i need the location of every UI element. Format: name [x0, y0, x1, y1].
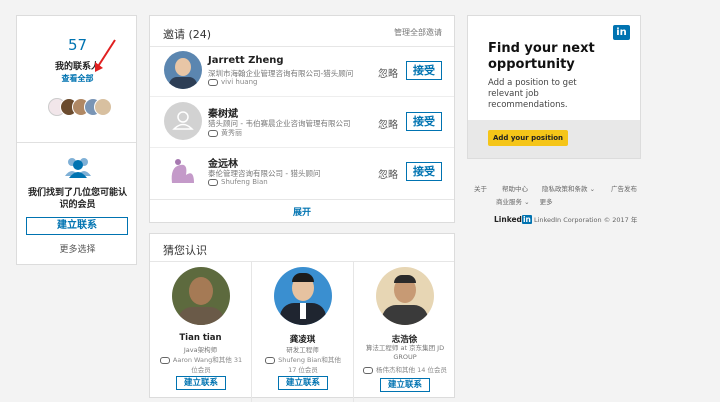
shared-connection-icon	[159, 356, 170, 364]
mutual-text: 杨伟杰和其他 14 位会员	[376, 366, 447, 374]
mutual-name: Shufeng Bian	[221, 178, 268, 186]
shared-connection-icon	[208, 129, 218, 137]
mutual-connection: vivi huang	[208, 78, 257, 86]
invitation-item: 金远林 泰伦管理咨询有限公司 - 猎头顾问 Shufeng Bian 忽略 接受	[150, 148, 454, 196]
default-person-icon	[172, 111, 194, 130]
divider	[150, 199, 454, 200]
invitation-item: Jarrett Zheng 深圳市海翰企业管理咨询有限公司-猎头顾问 vivi …	[150, 47, 454, 95]
connect-button[interactable]: 建立联系	[176, 376, 226, 390]
pymk-title: 猜您认识	[163, 244, 207, 257]
connection-avatars[interactable]	[48, 98, 112, 116]
accept-button[interactable]: 接受	[406, 162, 442, 181]
accept-button[interactable]: 接受	[406, 61, 442, 80]
linkedin-logo-icon: in	[613, 25, 630, 40]
avatar[interactable]	[164, 51, 202, 89]
ignore-button[interactable]: 忽略	[378, 166, 398, 181]
expand-link[interactable]: 展开	[150, 205, 454, 218]
mutual-name: 黄秀丽	[221, 129, 242, 137]
person-title: Java架构师	[183, 346, 218, 354]
mutual-connection: 黄秀丽	[208, 128, 242, 138]
ignore-button[interactable]: 忽略	[378, 65, 398, 80]
shared-connection-icon	[363, 366, 374, 374]
shared-connection-icon	[208, 78, 218, 86]
my-network-card: 57 我的联系人 查看全部 我们找到了几位您可能认 识的会员 建立联系 更多选择	[16, 15, 137, 265]
invitations-title: 邀请 (24)	[163, 28, 212, 41]
pymk-person: Tian tian Java架构师 Aaron Wang和其他 31 位会员 建…	[150, 262, 252, 402]
add-position-button[interactable]: Add your position	[488, 130, 568, 146]
mutual-connection: Shufeng Bian	[208, 178, 268, 186]
found-text-line: 我们找到了几位您可能认	[27, 188, 127, 198]
avatar[interactable]	[172, 267, 230, 325]
footer-link-business[interactable]: 商业服务 ⌄	[496, 198, 530, 206]
mutual-connection: Shufeng Bian和其他 17 位会员	[260, 355, 346, 375]
footer-links-row: 商业服务 ⌄ 更多	[496, 196, 553, 206]
ad-body: Add a position to get relevant job recom…	[488, 78, 577, 110]
my-connections-label: 我的联系人	[54, 62, 100, 72]
divider	[17, 142, 136, 143]
company-logo-icon	[171, 159, 194, 183]
avatar[interactable]	[376, 267, 434, 325]
mutual-text: Aaron Wang和其他 31 位会员	[172, 356, 243, 374]
mutual-name: vivi huang	[221, 78, 258, 86]
ad-headline: Find your next opportunity	[488, 41, 595, 73]
invitation-item: 秦树斌 猎头顾问 - 韦伯赛晨企业咨询管理有限公司 黄秀丽 忽略 接受	[150, 97, 454, 145]
footer-link-advertising[interactable]: 广告发布	[611, 183, 637, 193]
invitations-card: 邀请 (24) 管理全部邀请 Jarrett Zheng 深圳市海翰企业管理咨询…	[149, 15, 455, 223]
mutual-text: Shufeng Bian和其他 17 位会员	[278, 356, 341, 374]
ad-card[interactable]: in Find your next opportunity Add a posi…	[467, 15, 641, 159]
copyright-text: LinkedIn Corporation © 2017 年	[533, 216, 638, 224]
annotation-arrow-icon	[95, 39, 116, 72]
footer-copyright: Linkedin LinkedIn Corporation © 2017 年	[494, 214, 637, 224]
avatar[interactable]	[274, 267, 332, 325]
brand-in-badge: in	[521, 215, 532, 224]
accept-button[interactable]: 接受	[406, 112, 442, 131]
ad-headline-line: Find your next	[488, 41, 595, 56]
connect-button[interactable]: 建立联系	[380, 378, 430, 392]
avatar	[94, 98, 112, 116]
manage-invitations-link[interactable]: 管理全部邀请	[394, 27, 442, 38]
person-title: 研发工程师	[286, 346, 319, 354]
footer-link-help[interactable]: 帮助中心	[502, 183, 528, 193]
person-title: 算法工程师 at 京东集团 JD GROUP	[365, 344, 445, 361]
brand-text: Linked	[494, 215, 522, 224]
chevron-down-icon: ⌄	[524, 198, 530, 206]
connect-button[interactable]: 建立联系	[278, 376, 328, 390]
mutual-connection: Aaron Wang和其他 31 位会员	[158, 355, 244, 375]
pymk-person: 龚凌琪 研发工程师 Shufeng Bian和其他 17 位会员 建立联系	[252, 262, 354, 402]
found-members-text: 我们找到了几位您可能认 识的会员	[17, 187, 138, 211]
invitee-name[interactable]: Jarrett Zheng	[208, 55, 284, 66]
shared-connection-icon	[208, 178, 218, 186]
pymk-person: 志浩徐 算法工程师 at 京东集团 JD GROUP 杨伟杰和其他 14 位会员…	[354, 262, 455, 402]
build-connection-button[interactable]: 建立联系	[26, 217, 128, 235]
footer-link-about[interactable]: 关于	[474, 183, 487, 193]
avatar[interactable]	[164, 102, 202, 140]
privacy-label: 隐私政策和条款	[542, 185, 588, 193]
view-all-link[interactable]: 查看全部	[17, 73, 138, 84]
linkedin-wordmark: Linkedin	[494, 215, 532, 224]
people-search-icon	[65, 158, 91, 178]
footer-link-more[interactable]: 更多	[540, 198, 553, 206]
connections-count[interactable]: 57	[17, 36, 138, 54]
people-you-may-know-card: 猜您认识 Tian tian Java架构师 Aaron Wang和其他 31 …	[149, 233, 455, 402]
footer-link-privacy[interactable]: 隐私政策和条款 ⌄	[542, 183, 595, 193]
chevron-down-icon: ⌄	[589, 185, 596, 193]
more-options-link[interactable]: 更多选择	[17, 242, 138, 255]
ad-headline-line: opportunity	[488, 57, 575, 72]
person-name[interactable]: Tian tian	[150, 333, 251, 343]
shared-connection-icon	[265, 356, 276, 364]
avatar[interactable]	[164, 153, 202, 191]
business-label: 商业服务	[496, 198, 522, 206]
found-text-line: 识的会员	[59, 200, 96, 210]
mutual-connection: 杨伟杰和其他 14 位会员	[362, 365, 448, 375]
ignore-button[interactable]: 忽略	[378, 116, 398, 131]
